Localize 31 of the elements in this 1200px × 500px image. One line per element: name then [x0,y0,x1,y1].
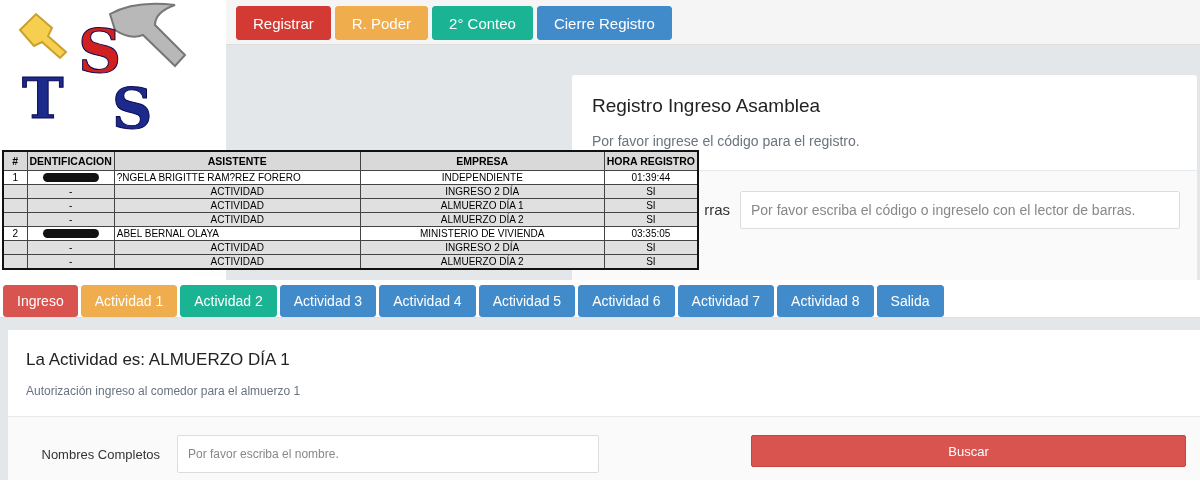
search-button[interactable]: Buscar [751,435,1186,467]
column-header: HORA REGISTRO [604,151,699,171]
redaction-mark [42,173,99,183]
field-label: Nombres Completos [40,446,160,462]
toolbar-button[interactable]: R. Poder [334,6,429,40]
activity-button[interactable]: Salida [876,285,944,317]
toolbar-button[interactable]: Registrar [236,6,331,40]
activity-button[interactable]: Actividad 2 [180,285,277,317]
column-header: ASISTENTE [114,151,361,171]
activity-button[interactable]: Actividad 3 [279,285,377,317]
activity-button[interactable]: Actividad 7 [677,285,775,317]
activity-button[interactable]: Ingreso [3,285,78,317]
code-input-field[interactable]: Por favor escriba el código o ingreselo con el lector de barras. [740,191,1180,229]
column-header: DENTIFICACION [27,151,115,171]
toolbar-button[interactable]: Cierre Registro [536,6,672,40]
activity-button[interactable]: Actividad 4 [379,285,476,317]
card-subtitle: Por favor ingrese el código para el registro. [592,133,861,149]
activity-button[interactable]: Actividad 8 [777,285,874,317]
field-label: rras [704,201,730,218]
activity-button[interactable]: Actividad 5 [478,285,576,317]
activity-button[interactable]: Actividad 1 [80,285,178,317]
logo-letter: T [22,65,64,131]
toolbar-button[interactable]: 2° Conteo [432,6,533,40]
card-subtitle: Autorización ingreso al comedor para el almuerzo 1 [26,384,302,398]
card-title: Registro Ingreso Asamblea [592,95,822,117]
card-title: La Actividad es: ALMUERZO DÍA 1 [26,350,291,370]
column-header: # [3,151,27,171]
activity-button[interactable]: Actividad 6 [578,285,675,317]
redaction-mark [42,229,99,239]
column-header: EMPRESA [360,151,605,171]
name-input-field[interactable]: Por favor escriba el nombre. [177,435,599,473]
